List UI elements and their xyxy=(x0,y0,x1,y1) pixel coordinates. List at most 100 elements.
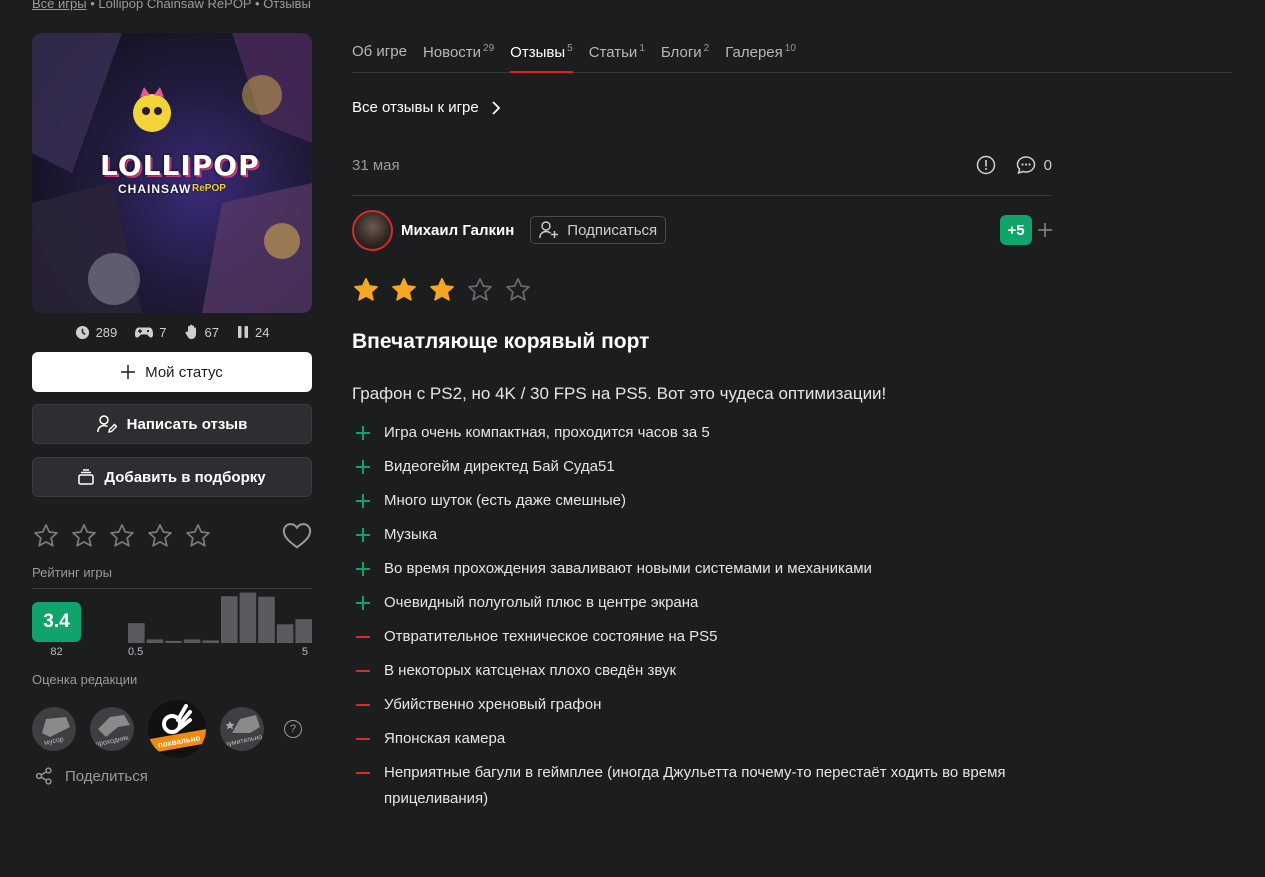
minus-icon xyxy=(352,760,384,786)
tab-count: 10 xyxy=(784,43,796,54)
tab-reviews[interactable]: Отзывы 5 xyxy=(510,43,573,73)
follow-button[interactable]: Подписаться xyxy=(530,216,667,244)
badge-passable[interactable]: проходняк xyxy=(90,707,134,751)
collection-icon xyxy=(78,469,95,485)
game-sidebar: LOLLIPOP CHAINSAW RePOP 289 7 67 24 Мой … xyxy=(32,33,312,785)
plus-icon xyxy=(352,522,384,548)
histogram-bar xyxy=(146,639,164,643)
histogram-bar xyxy=(183,639,201,643)
author-name[interactable]: Михаил Галкин xyxy=(401,222,514,239)
divider xyxy=(352,195,1052,196)
con-text: Убийственно хреновый графон xyxy=(384,696,602,713)
tab-label: Блоги xyxy=(660,44,702,61)
pro-text: Много шуток (есть даже смешные) xyxy=(384,492,626,509)
plus-icon xyxy=(352,488,384,514)
breadcrumb-game[interactable]: Lollipop Chainsaw RePOP xyxy=(98,0,251,11)
breadcrumb: Все игры • Lollipop Chainsaw RePOP • Отз… xyxy=(32,0,311,11)
game-stats: 289 7 67 24 xyxy=(32,323,312,341)
review-meta: 31 мая 0 xyxy=(352,154,1052,176)
con-item: Японская камера xyxy=(352,726,1052,752)
histogram-bar xyxy=(258,596,275,643)
review-title: Впечатляюще корявый порт xyxy=(352,330,650,353)
add-to-collection-label: Добавить в подборку xyxy=(104,468,266,486)
star-filled-icon xyxy=(430,278,454,301)
minus-icon xyxy=(352,692,384,718)
histogram-bar xyxy=(165,640,182,643)
user-plus-icon xyxy=(539,221,559,239)
all-reviews-link[interactable]: Все отзывы к игре xyxy=(352,99,1232,116)
gamepad-icon xyxy=(135,327,154,338)
pro-item: Музыка xyxy=(352,522,1052,548)
add-to-collection-button[interactable]: Добавить в подборку xyxy=(32,457,312,497)
breadcrumb-root-link[interactable]: Все игры xyxy=(32,0,87,11)
cover-logo: LOLLIPOP xyxy=(100,149,260,182)
histogram-bar xyxy=(202,640,219,643)
con-text: В некоторых катсценах плохо сведён звук xyxy=(384,662,677,679)
badge-amazing[interactable]: изумительно xyxy=(220,707,264,751)
pro-item: Во время прохождения заваливают новыми с… xyxy=(352,556,1052,582)
badge-praiseworthy[interactable]: похвально xyxy=(148,700,206,758)
badge-trash[interactable]: мусор xyxy=(32,707,76,751)
game-score-badge: 3.4 xyxy=(32,602,81,642)
tab-blogs[interactable]: Блоги 2 xyxy=(661,43,709,61)
my-status-label: Мой статус xyxy=(145,363,223,381)
histogram-min-label: 0.5 xyxy=(128,646,144,658)
comments-count: 0 xyxy=(1043,156,1052,174)
my-status-button[interactable]: Мой статус xyxy=(32,352,312,392)
stat-dropped[interactable]: 67 xyxy=(185,324,219,340)
stat-paused[interactable]: 24 xyxy=(237,325,269,340)
game-rating-label: Рейтинг игры xyxy=(32,565,112,580)
plus-icon xyxy=(352,556,384,582)
star-empty-icon[interactable] xyxy=(32,522,60,550)
stat-value: 289 xyxy=(95,324,118,340)
star-empty-icon[interactable] xyxy=(108,522,136,550)
review-stars xyxy=(352,276,1232,304)
pro-text: Очевидный полуголый плюс в центре экрана xyxy=(384,594,699,611)
share-button[interactable]: Поделиться xyxy=(35,767,312,785)
write-review-button[interactable]: Написать отзыв xyxy=(32,404,312,444)
pros-cons-list: Игра очень компактная, проходится часов … xyxy=(352,420,1052,812)
pro-item: Видеогейм директед Бай Суда51 xyxy=(352,454,1052,480)
plus-icon xyxy=(352,454,384,480)
plus-icon[interactable] xyxy=(1038,223,1052,237)
star-empty-icon xyxy=(506,278,530,301)
minus-icon xyxy=(352,624,384,650)
star-empty-icon[interactable] xyxy=(70,522,98,550)
editorial-badges: мусор проходняк похвально изумительно ? xyxy=(32,699,312,759)
review-karma: +5 xyxy=(1000,215,1052,245)
chevron-right-icon xyxy=(492,100,501,115)
stat-playing[interactable]: 7 xyxy=(135,325,167,340)
comments-button[interactable]: 0 xyxy=(1016,155,1052,175)
karma-value: +5 xyxy=(1000,215,1032,245)
review-date: 31 мая xyxy=(352,156,400,174)
pause-icon xyxy=(237,326,248,338)
pro-text: Во время прохождения заваливают новыми с… xyxy=(384,560,872,577)
minus-icon xyxy=(352,658,384,684)
histogram-bar xyxy=(128,623,145,643)
report-icon[interactable] xyxy=(976,155,996,175)
tab-news[interactable]: Новости 29 xyxy=(423,43,494,61)
help-icon[interactable]: ? xyxy=(284,720,302,738)
star-empty-icon[interactable] xyxy=(184,522,212,550)
user-rating-stars[interactable] xyxy=(32,522,212,550)
pro-item: Очевидный полуголый плюс в центре экрана xyxy=(352,590,1052,616)
plus-icon xyxy=(352,590,384,616)
tab-count: 1 xyxy=(639,43,645,54)
user-rating-row xyxy=(32,520,312,552)
tab-about[interactable]: Об игре xyxy=(352,43,407,60)
tab-count: 2 xyxy=(703,43,710,54)
tab-articles[interactable]: Статьи 1 xyxy=(589,43,645,61)
avatar[interactable] xyxy=(352,209,393,251)
tab-label: Отзывы xyxy=(510,44,566,61)
tab-label: Об игре xyxy=(352,43,407,60)
pro-text: Игра очень компактная, проходится часов … xyxy=(384,424,710,441)
tab-gallery[interactable]: Галерея 10 xyxy=(725,43,796,61)
heart-icon[interactable] xyxy=(282,522,312,550)
con-item: В некоторых катсценах плохо сведён звук xyxy=(352,658,1052,684)
review-author-row: Михаил Галкин Подписаться +5 xyxy=(352,209,1052,251)
stat-playtime[interactable]: 289 xyxy=(75,324,118,340)
game-cover[interactable]: LOLLIPOP CHAINSAW RePOP xyxy=(32,33,312,313)
main-content: Об игре Новости 29 Отзывы 5 Статьи 1 Блоги 2… xyxy=(352,33,1232,820)
stat-value: 67 xyxy=(204,324,219,340)
star-empty-icon[interactable] xyxy=(146,522,174,550)
